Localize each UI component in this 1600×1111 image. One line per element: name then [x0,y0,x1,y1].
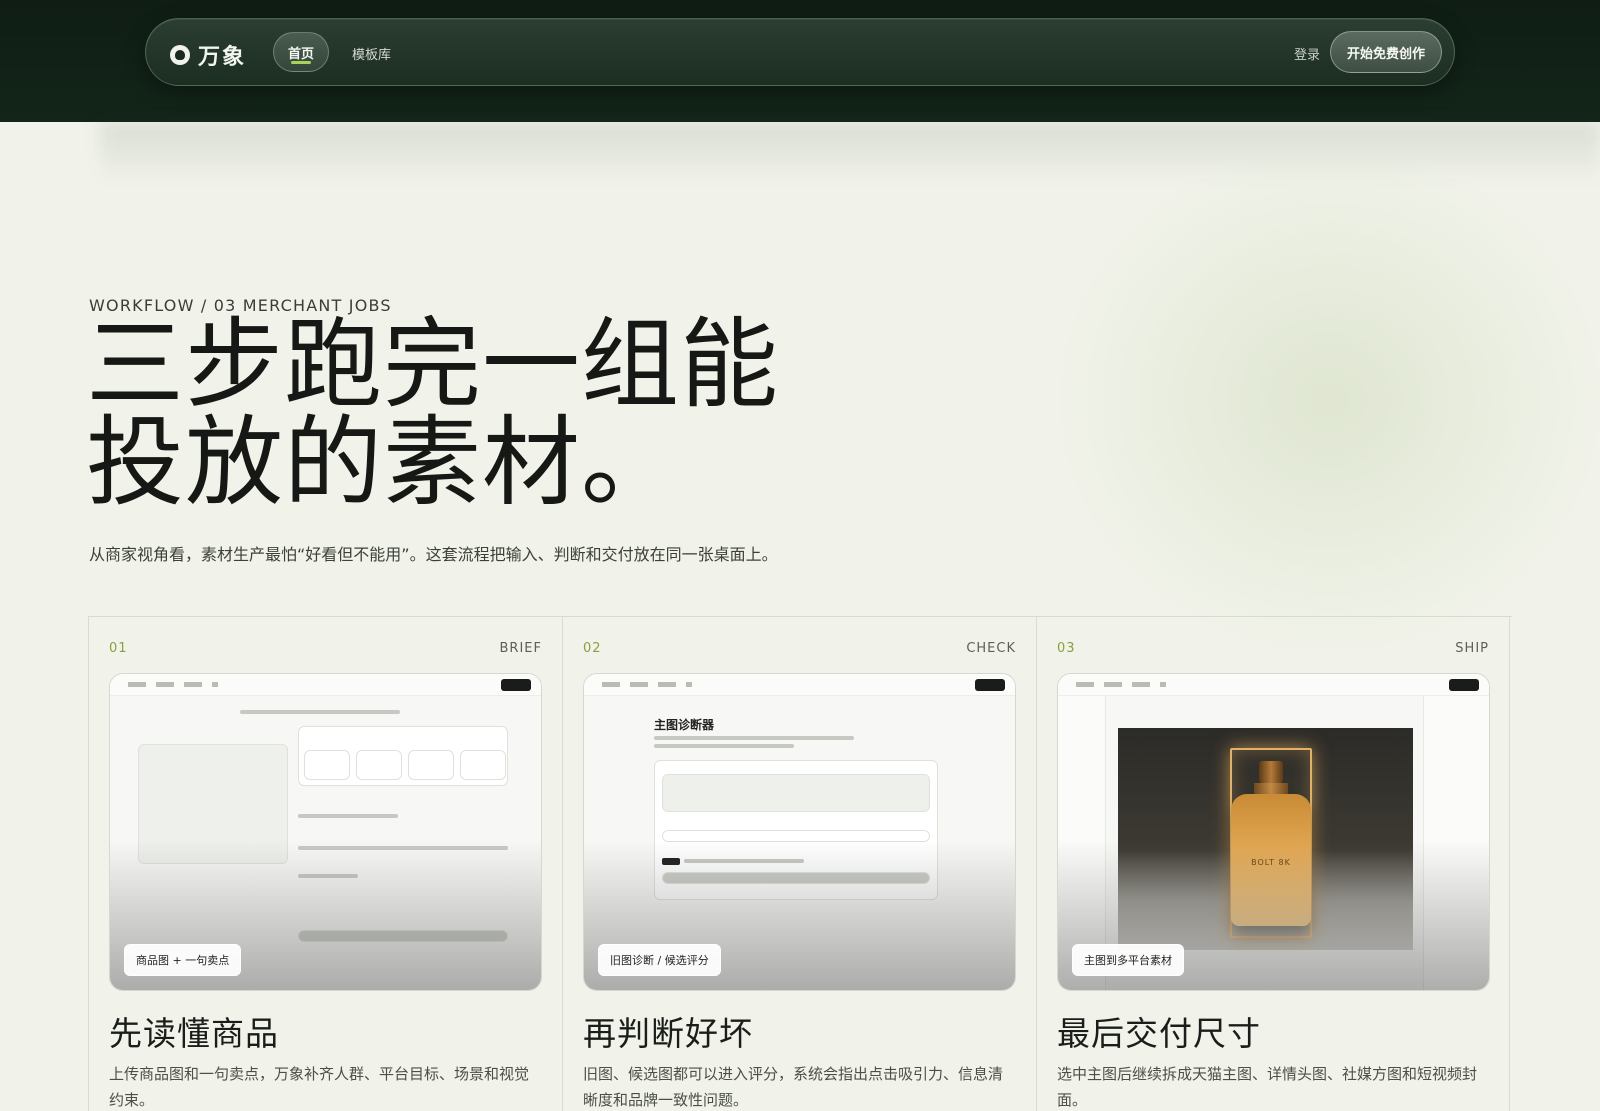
card-screenshot: BOLT 8K 主图到多平台素材 [1057,673,1490,991]
login-link[interactable]: 登录 [1294,44,1320,63]
background-glow [1050,140,1600,660]
card-description: 上传商品图和一句卖点，万象补齐人群、平台目标、场景和视觉约束。 [109,1065,530,1109]
card-tag: SHIP [1455,641,1489,656]
start-free-button[interactable]: 开始免费创作 [1330,31,1442,73]
product-image: BOLT 8K [1118,728,1413,950]
logo-icon [170,45,190,65]
card-number: 01 [109,641,128,656]
card-screenshot: 主图诊断器 旧图诊断 / 候选评分 [583,673,1016,991]
card-tag: CHECK [966,641,1016,656]
mini-toolbar [584,674,1015,696]
workflow-card-brief[interactable]: 01 BRIEF 商品图 + 一句卖点 先读懂商品 上传商品图和一句卖点，万象补… [88,617,562,1111]
headline-line-2: 投放的素材。 [86,406,681,520]
card-description: 选中主图后继续拆成天猫主图、详情头图、社媒方图和短视频封面。 [1057,1065,1478,1109]
card-badge: 旧图诊断 / 候选评分 [598,944,721,976]
card-title: 再判断好坏 [583,1014,753,1053]
hero-subtitle: 从商家视角看，素材生产最怕“好看但不能用”。这套流程把输入、判断和交付放在同一张… [89,545,778,564]
upload-area [138,744,288,864]
card-title: 最后交付尺寸 [1057,1014,1261,1053]
logo-text: 万象 [198,45,247,70]
card-title: 先读懂商品 [109,1014,279,1053]
card-description: 旧图、候选图都可以进入评分，系统会指出点击吸引力、信息清晰度和品牌一致性问题。 [583,1065,1004,1109]
mini-toolbar [110,674,541,696]
headline-line-1: 三步跑完一组能 [86,308,780,422]
navbar: 万象 首页 模板库 登录 开始免费创作 [145,18,1455,86]
header-band: 万象 首页 模板库 登录 开始免费创作 [0,0,1600,122]
mini-side-panel [1423,696,1489,990]
nav-templates-link[interactable]: 模板库 [352,44,391,63]
card-number: 03 [1057,641,1076,656]
mini-toolbar [1058,674,1489,696]
card-number: 02 [583,641,602,656]
mini-title: 主图诊断器 [654,718,715,732]
perfume-bottle: BOLT 8K [1231,794,1311,926]
workflow-card-ship[interactable]: 03 SHIP BOLT 8K 主图到多平台素材 最后交付尺寸 选中主图后继续拆… [1036,617,1510,1111]
card-screenshot: 商品图 + 一句卖点 [109,673,542,991]
workflow-cards: 01 BRIEF 商品图 + 一句卖点 先读懂商品 上传商品图和一句卖点，万象补… [88,616,1512,1111]
nav-home-tab[interactable]: 首页 [273,32,329,72]
bottle-label: BOLT 8K [1251,858,1291,867]
workflow-card-check[interactable]: 02 CHECK 主图诊断器 旧图诊断 / 候选评分 再判断好坏 旧图、候选图都… [562,617,1036,1111]
hero-headline: 三步跑完一组能 投放的素材。 [86,316,886,512]
card-tag: BRIEF [499,641,542,656]
card-badge: 主图到多平台素材 [1072,944,1184,976]
card-badge: 商品图 + 一句卖点 [124,944,242,976]
logo[interactable]: 万象 [170,39,246,71]
